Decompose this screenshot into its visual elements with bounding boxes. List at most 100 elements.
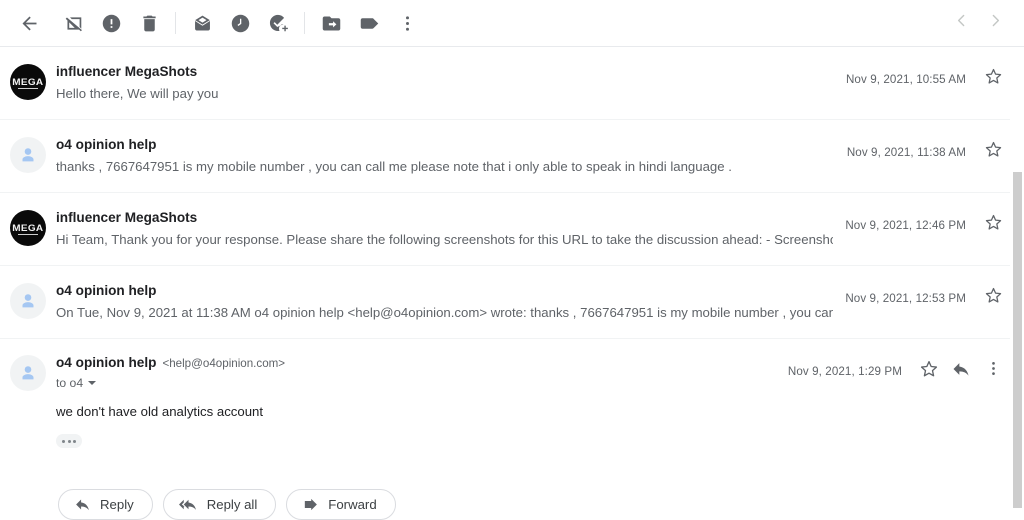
toolbar-divider: [175, 12, 176, 34]
mark-unread-button[interactable]: [183, 4, 221, 42]
message-meta: Nov 9, 2021, 10:55 AM: [846, 63, 1008, 94]
back-button[interactable]: [10, 4, 48, 42]
vertical-scrollbar-thumb[interactable]: [1013, 172, 1022, 508]
recipient-toggle[interactable]: to o4: [56, 374, 97, 392]
message-timestamp: Nov 9, 2021, 12:53 PM: [845, 291, 966, 305]
snooze-clock-icon: [230, 13, 251, 34]
star-button[interactable]: [978, 137, 1008, 167]
show-trimmed-content-button[interactable]: [56, 434, 82, 448]
ellipsis-dot: [67, 439, 71, 443]
snooze-button[interactable]: [221, 4, 259, 42]
sender-line: o4 opinion help <help@o4opinion.com>: [56, 354, 776, 372]
sender-name: influencer MegaShots: [56, 64, 198, 79]
person-avatar: [10, 355, 46, 391]
expanded-message-actions: Nov 9, 2021, 1:29 PM: [788, 354, 1008, 386]
collapsed-message-row[interactable]: o4 opinion help On Tue, Nov 9, 2021 at 1…: [0, 266, 1024, 339]
mega-logo-avatar: MEGA: [10, 64, 46, 100]
more-options-icon: [397, 13, 418, 34]
forward-button-label: Forward: [328, 497, 377, 512]
message-body: we don't have old analytics account: [56, 404, 264, 419]
ellipsis-dot: [62, 439, 65, 443]
more-options-icon: [984, 359, 1003, 383]
move-to-folder-icon: [321, 13, 342, 34]
message-meta: Nov 9, 2021, 12:46 PM: [845, 209, 1008, 240]
avatar-container: [0, 354, 56, 391]
report-spam-button[interactable]: [92, 4, 130, 42]
avatar-container: [0, 136, 56, 173]
reply-button[interactable]: [946, 356, 976, 386]
message-meta: Nov 9, 2021, 11:38 AM: [847, 136, 1008, 167]
forward-button[interactable]: Forward: [286, 489, 396, 520]
star-button[interactable]: [978, 64, 1008, 94]
message-timestamp: Nov 9, 2021, 11:38 AM: [846, 145, 966, 159]
message-snippet: On Tue, Nov 9, 2021 at 11:38 AM o4 opini…: [56, 305, 834, 320]
message-summary: o4 opinion help On Tue, Nov 9, 2021 at 1…: [56, 282, 845, 323]
older-message-button[interactable]: [978, 6, 1012, 40]
avatar-container: [0, 282, 56, 319]
avatar-label: MEGA: [12, 222, 44, 234]
archive-button[interactable]: [54, 4, 92, 42]
delete-button[interactable]: [130, 4, 168, 42]
message-meta: Nov 9, 2021, 12:53 PM: [845, 282, 1008, 313]
labels-button[interactable]: [350, 4, 388, 42]
star-icon: [919, 359, 939, 384]
star-icon: [984, 140, 1003, 164]
chevron-down-icon: [88, 381, 97, 385]
vertical-scrollbar-track[interactable]: [1010, 48, 1024, 508]
person-avatar: [10, 137, 46, 173]
labels-tag-icon: [359, 13, 380, 34]
avatar-container: MEGA: [0, 209, 56, 246]
sender-email: <help@o4opinion.com>: [162, 357, 286, 370]
star-button[interactable]: [978, 210, 1008, 240]
message-more-button[interactable]: [978, 356, 1008, 386]
move-to-folder-button[interactable]: [312, 4, 350, 42]
collapsed-message-row[interactable]: o4 opinion help thanks , 7667647951 is m…: [0, 120, 1024, 193]
star-icon: [984, 213, 1003, 237]
message-thread: MEGA influencer MegaShots Hello there, W…: [0, 47, 1024, 520]
message-snippet: Hi Team, Thank you for your response. Pl…: [56, 232, 833, 247]
collapsed-message-row[interactable]: MEGA influencer MegaShots Hello there, W…: [0, 47, 1024, 120]
message-summary: influencer MegaShots Hello there, We wil…: [56, 63, 846, 104]
message-timestamp: Nov 9, 2021, 10:55 AM: [845, 72, 966, 86]
ellipsis-dot: [73, 439, 76, 443]
toolbar-divider: [304, 12, 305, 34]
star-icon: [984, 286, 1003, 310]
star-button[interactable]: [978, 283, 1008, 313]
avatar-underline: [18, 88, 38, 89]
sender-name: influencer MegaShots: [56, 210, 198, 225]
forward-arrow-icon: [302, 496, 319, 513]
sender-line: o4 opinion help: [56, 282, 833, 300]
sender-line: influencer MegaShots: [56, 209, 833, 227]
sender-name: o4 opinion help: [56, 137, 157, 152]
sender-line: o4 opinion help: [56, 136, 835, 154]
avatar-label: MEGA: [12, 76, 44, 88]
star-button[interactable]: [914, 356, 944, 386]
reply-arrow-icon: [951, 359, 971, 384]
message-timestamp: Nov 9, 2021, 1:29 PM: [787, 364, 902, 378]
avatar-container: MEGA: [0, 63, 56, 100]
star-icon: [984, 67, 1003, 91]
sender-line: influencer MegaShots: [56, 63, 834, 81]
newer-message-button[interactable]: [944, 6, 978, 40]
message-snippet: thanks , 7667647951 is my mobile number …: [56, 159, 732, 174]
collapsed-message-row[interactable]: MEGA influencer MegaShots Hi Team, Thank…: [0, 193, 1024, 266]
message-summary: influencer MegaShots Hi Team, Thank you …: [56, 209, 845, 250]
add-to-tasks-button[interactable]: [259, 4, 297, 42]
chevron-left-icon: [953, 12, 970, 34]
report-spam-icon: [101, 13, 122, 34]
person-avatar: [10, 283, 46, 319]
mega-logo-avatar: MEGA: [10, 210, 46, 246]
reply-all-button[interactable]: Reply all: [162, 489, 277, 520]
chevron-right-icon: [987, 12, 1004, 34]
back-arrow-icon: [19, 13, 40, 34]
reply-all-button-label: Reply all: [206, 497, 258, 512]
message-snippet: Hello there, We will pay you: [56, 86, 219, 101]
recipient-label: to o4: [56, 376, 84, 390]
toolbar-more-button[interactable]: [388, 4, 426, 42]
expanded-message-header: o4 opinion help <help@o4opinion.com> to …: [0, 339, 1024, 392]
message-action-buttons: Reply Reply all Forward: [0, 448, 1024, 520]
message-timestamp: Nov 9, 2021, 12:46 PM: [845, 218, 966, 232]
reply-button[interactable]: Reply: [58, 489, 153, 520]
message-toolbar: [0, 0, 1024, 47]
reply-arrow-icon: [74, 496, 91, 513]
